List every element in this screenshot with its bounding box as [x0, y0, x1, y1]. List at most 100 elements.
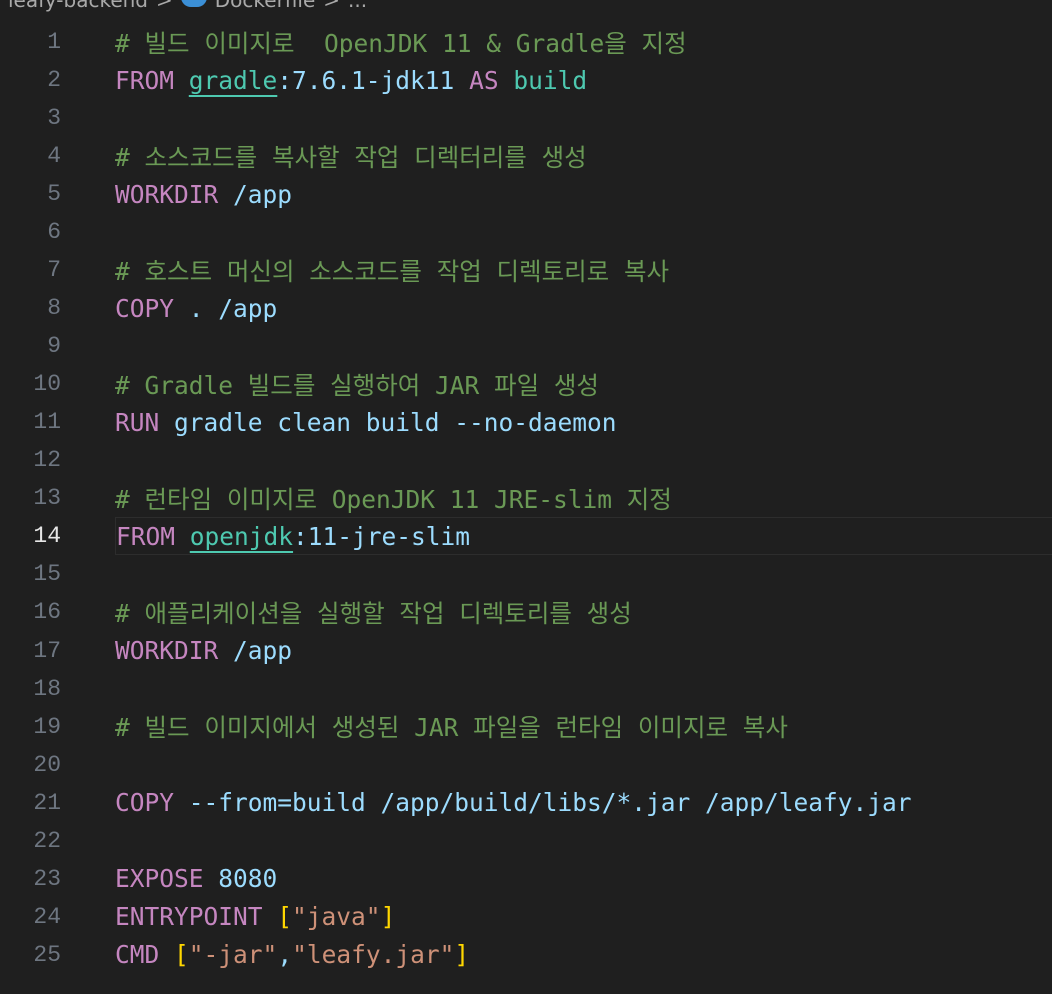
- code-token: COPY: [115, 293, 175, 323]
- code-line[interactable]: 2 FROM gradle:7.6.1-jdk11 AS build: [0, 61, 1052, 99]
- code-token: gradle clean build --no-daemon: [159, 407, 617, 437]
- line-number[interactable]: 2: [0, 67, 61, 93]
- breadcrumb: leafy-backend > Dockerfile > ...: [8, 0, 367, 14]
- docker-icon: [180, 0, 207, 7]
- code-token: FROM: [116, 521, 176, 551]
- code-token: # 애플리케이션을 실행할 작업 디렉토리를 생성: [115, 598, 632, 628]
- line-number[interactable]: 25: [0, 942, 61, 968]
- line-number[interactable]: 20: [0, 752, 61, 778]
- breadcrumb-separator: >: [323, 0, 341, 12]
- code-token: "-jar": [188, 940, 278, 970]
- code-token: # Gradle 빌드를 실행하여 JAR 파일 생성: [115, 370, 599, 400]
- breadcrumb-folder[interactable]: leafy-backend: [8, 0, 148, 12]
- code-token: WORKDIR: [115, 179, 219, 209]
- code-token: :7.6.1-jdk11: [277, 65, 470, 95]
- code-line[interactable]: 23 EXPOSE 8080: [0, 860, 1052, 898]
- line-code: FROM openjdk:11-jre-slim: [115, 517, 1052, 556]
- code-line[interactable]: 13 # 런타임 이미지로 OpenJDK 11 JRE-slim 지정: [0, 479, 1052, 517]
- breadcrumb-more[interactable]: ...: [348, 0, 367, 12]
- code-line[interactable]: 24 ENTRYPOINT ["java"]: [0, 898, 1052, 936]
- line-code: # 호스트 머신의 소스코드를 작업 디렉토리로 복사: [115, 251, 1052, 289]
- code-token: COPY: [115, 788, 175, 818]
- line-code: WORKDIR /app: [115, 175, 1052, 213]
- code-line[interactable]: 8 COPY . /app: [0, 289, 1052, 327]
- code-line[interactable]: 21 COPY --from=build /app/build/libs/*.ja…: [0, 784, 1052, 822]
- code-line[interactable]: 22: [0, 822, 1052, 860]
- line-code: COPY . /app: [115, 289, 1052, 327]
- line-number[interactable]: 15: [0, 561, 61, 587]
- code-token: openjdk: [189, 521, 294, 551]
- line-number[interactable]: 22: [0, 828, 61, 854]
- line-number[interactable]: 3: [0, 105, 61, 131]
- line-number[interactable]: 18: [0, 676, 61, 702]
- line-number[interactable]: 9: [0, 333, 61, 359]
- code-line[interactable]: 11 RUN gradle clean build --no-daemon: [0, 403, 1052, 441]
- code-line[interactable]: 1 # 빌드 이미지로 OpenJDK 11 & Gradle을 지정: [0, 23, 1052, 61]
- code-line[interactable]: 6: [0, 213, 1052, 251]
- code-line[interactable]: 17 WORKDIR /app: [0, 632, 1052, 670]
- line-number[interactable]: 5: [0, 181, 61, 207]
- line-number[interactable]: 1: [0, 29, 61, 55]
- code-editor[interactable]: 1 # 빌드 이미지로 OpenJDK 11 & Gradle을 지정 2 FROM …: [0, 23, 1052, 974]
- code-line[interactable]: 16 # 애플리케이션을 실행할 작업 디렉토리를 생성: [0, 593, 1052, 631]
- line-number[interactable]: 17: [0, 638, 61, 664]
- line-number[interactable]: 24: [0, 904, 61, 930]
- code-line[interactable]: 3: [0, 99, 1052, 137]
- breadcrumb-file[interactable]: Dockerfile: [215, 0, 316, 12]
- line-number[interactable]: 12: [0, 447, 61, 473]
- code-line[interactable]: 5 WORKDIR /app: [0, 175, 1052, 213]
- code-line[interactable]: 18: [0, 670, 1052, 708]
- code-line[interactable]: 9: [0, 327, 1052, 365]
- code-token: gradle: [188, 65, 278, 95]
- code-token: ]: [454, 940, 470, 970]
- line-code: # 런타임 이미지로 OpenJDK 11 JRE-slim 지정: [115, 479, 1052, 517]
- line-code: RUN gradle clean build --no-daemon: [115, 403, 1052, 441]
- line-number[interactable]: 19: [0, 714, 61, 740]
- code-line[interactable]: 19 # 빌드 이미지에서 생성된 JAR 파일을 런타임 이미지로 복사: [0, 708, 1052, 746]
- line-code: # 빌드 이미지에서 생성된 JAR 파일을 런타임 이미지로 복사: [115, 708, 1052, 746]
- code-token: build: [513, 65, 588, 95]
- code-line[interactable]: 25 CMD ["-jar", "leafy.jar"]: [0, 936, 1052, 974]
- code-line[interactable]: 15: [0, 555, 1052, 593]
- line-code: EXPOSE 8080: [115, 860, 1052, 898]
- code-token: [: [277, 902, 293, 932]
- code-line[interactable]: 12: [0, 441, 1052, 479]
- code-token: [: [174, 940, 189, 970]
- line-number[interactable]: 14: [0, 523, 61, 549]
- line-code: # 소스코드를 복사할 작업 디렉터리를 생성: [115, 137, 1052, 175]
- line-number[interactable]: 13: [0, 485, 61, 511]
- line-code: ENTRYPOINT ["java"]: [115, 898, 1052, 936]
- code-line[interactable]: 10 # Gradle 빌드를 실행하여 JAR 파일 생성: [0, 365, 1052, 403]
- line-number[interactable]: 6: [0, 219, 61, 245]
- line-number[interactable]: 4: [0, 143, 61, 169]
- line-number[interactable]: 21: [0, 790, 61, 816]
- code-line[interactable]: 14 FROM openjdk:11-jre-slim: [0, 517, 1052, 556]
- code-line[interactable]: 7 # 호스트 머신의 소스코드를 작업 디렉토리로 복사: [0, 251, 1052, 289]
- code-token: AS: [469, 65, 499, 95]
- code-token: ,: [277, 940, 293, 970]
- code-token: EXPOSE: [115, 864, 204, 894]
- line-number[interactable]: 11: [0, 409, 61, 435]
- code-token: CMD: [115, 940, 160, 970]
- code-line[interactable]: 4 # 소스코드를 복사할 작업 디렉터리를 생성: [0, 137, 1052, 175]
- line-number[interactable]: 8: [0, 295, 61, 321]
- code-token: # 런타임 이미지로 OpenJDK 11 JRE-slim 지정: [115, 484, 672, 514]
- line-code: WORKDIR /app: [115, 632, 1052, 670]
- code-token: 8080: [218, 864, 278, 894]
- line-number[interactable]: 16: [0, 599, 61, 625]
- code-token: # 빌드 이미지에서 생성된 JAR 파일을 런타임 이미지로 복사: [115, 713, 788, 743]
- line-number[interactable]: 10: [0, 371, 61, 397]
- line-code: # 빌드 이미지로 OpenJDK 11 & Gradle을 지정: [115, 23, 1052, 61]
- line-number[interactable]: 23: [0, 866, 61, 892]
- code-line[interactable]: 20: [0, 746, 1052, 784]
- code-token: RUN: [115, 407, 160, 437]
- line-number[interactable]: 7: [0, 257, 61, 283]
